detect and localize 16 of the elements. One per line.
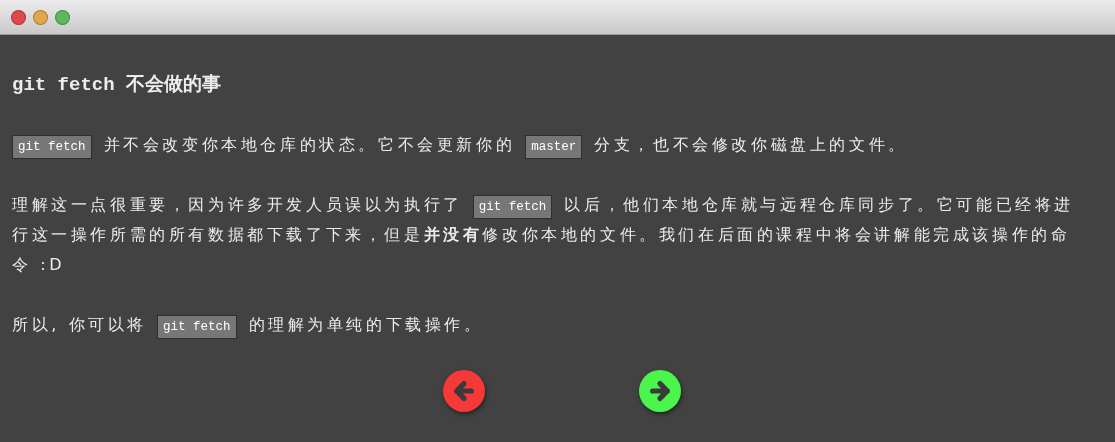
- lesson-title: git fetch 不会做的事: [12, 73, 223, 97]
- window-control-button[interactable]: [33, 9, 48, 25]
- code-snippet: master: [525, 135, 583, 159]
- window-control-button[interactable]: [11, 9, 26, 25]
- paragraph-text: 并不会改变你本地仓库的状态。它不会更新你的: [103, 134, 516, 156]
- paragraph-text: 令 :D: [12, 254, 66, 276]
- paragraph-text: 所以, 你可以将: [12, 314, 147, 336]
- paragraph-text: 的理解为单纯的下载操作。: [248, 314, 484, 336]
- paragraph-text: 行这一操作所需的所有数据都下载了下来，但是并没有修改你本地的文件。我们在后面的课程中将会讲解能完成该操作的命: [12, 224, 1071, 246]
- paragraph-text: 分支，也不会修改你磁盘上的文件。: [594, 134, 908, 156]
- code-snippet: git fetch: [472, 195, 553, 219]
- code-snippet: git fetch: [157, 315, 237, 339]
- code-snippet: git fetch: [12, 135, 92, 159]
- paragraph-text: 理解这一点很重要，因为许多开发人员误以为执行了: [12, 194, 463, 216]
- paragraph-text: 以后，他们本地仓库就与远程仓库同步了。它可能已经将进: [564, 194, 1074, 216]
- window-control-button[interactable]: [55, 9, 70, 25]
